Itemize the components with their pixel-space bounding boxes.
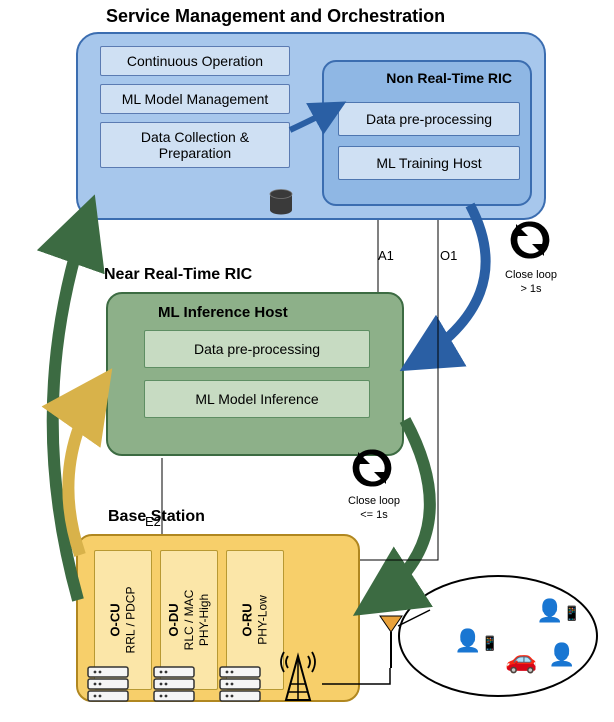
nearrt-data-pre-box: Data pre-processing <box>144 330 370 368</box>
car-icon: 🚗 <box>505 644 537 675</box>
nonrt-data-pre-box: Data pre-processing <box>338 102 520 136</box>
o-cu-sublabel: RRL / PDCP <box>124 587 138 654</box>
non-rt-ric-box: Non Real-Time RIC Data pre-processing ML… <box>322 60 532 206</box>
database-icon <box>268 189 294 217</box>
smo-title: Service Management and Orchestration <box>106 6 445 27</box>
o-cu-label: O-CU <box>107 587 123 654</box>
close-loop-gt1s: Close loop > 1s <box>505 268 557 297</box>
close-loop-le1s: Close loop <= 1s <box>348 494 400 523</box>
smo-box: Continuous Operation ML Model Management… <box>76 32 546 220</box>
near-rt-ric-title: Near Real-Time RIC <box>104 266 252 284</box>
e2-label: E2 <box>145 514 161 529</box>
near-rt-ric-box: ML Inference Host Data pre-processing ML… <box>106 292 404 456</box>
rack-icon-2 <box>152 665 196 703</box>
nearrt-ml-inference-box: ML Model Inference <box>144 380 370 418</box>
rack-icon-1 <box>86 665 130 703</box>
smo-left-column: Continuous Operation ML Model Management… <box>100 46 290 176</box>
radio-tower-icon <box>276 648 320 704</box>
cycle-icon-2 <box>350 446 394 490</box>
person-phone-icon-2: 👤📱 <box>536 598 581 624</box>
ml-inference-host-title: ML Inference Host <box>158 304 288 321</box>
o-ru-sublabel: PHY-Low <box>256 595 270 645</box>
data-collection-box: Data Collection & Preparation <box>100 122 290 168</box>
person-phone-icon: 👤📱 <box>454 628 499 654</box>
continuous-operation-box: Continuous Operation <box>100 46 290 76</box>
non-rt-ric-title: Non Real-Time RIC <box>386 70 512 86</box>
cycle-icon-1 <box>508 218 552 262</box>
person-icon: 👤 <box>548 642 575 668</box>
rf-label: RF <box>394 598 411 613</box>
ml-model-management-box: ML Model Management <box>100 84 290 114</box>
rack-icon-3 <box>218 665 262 703</box>
o-ru-label: O-RU <box>239 595 255 645</box>
o1-label: O1 <box>440 248 457 263</box>
nonrt-ml-training-box: ML Training Host <box>338 146 520 180</box>
o-du-label: O-DU <box>166 590 182 651</box>
o-du-sublabel: RLC / MAC PHY-High <box>182 590 211 651</box>
a1-label: A1 <box>378 248 394 263</box>
